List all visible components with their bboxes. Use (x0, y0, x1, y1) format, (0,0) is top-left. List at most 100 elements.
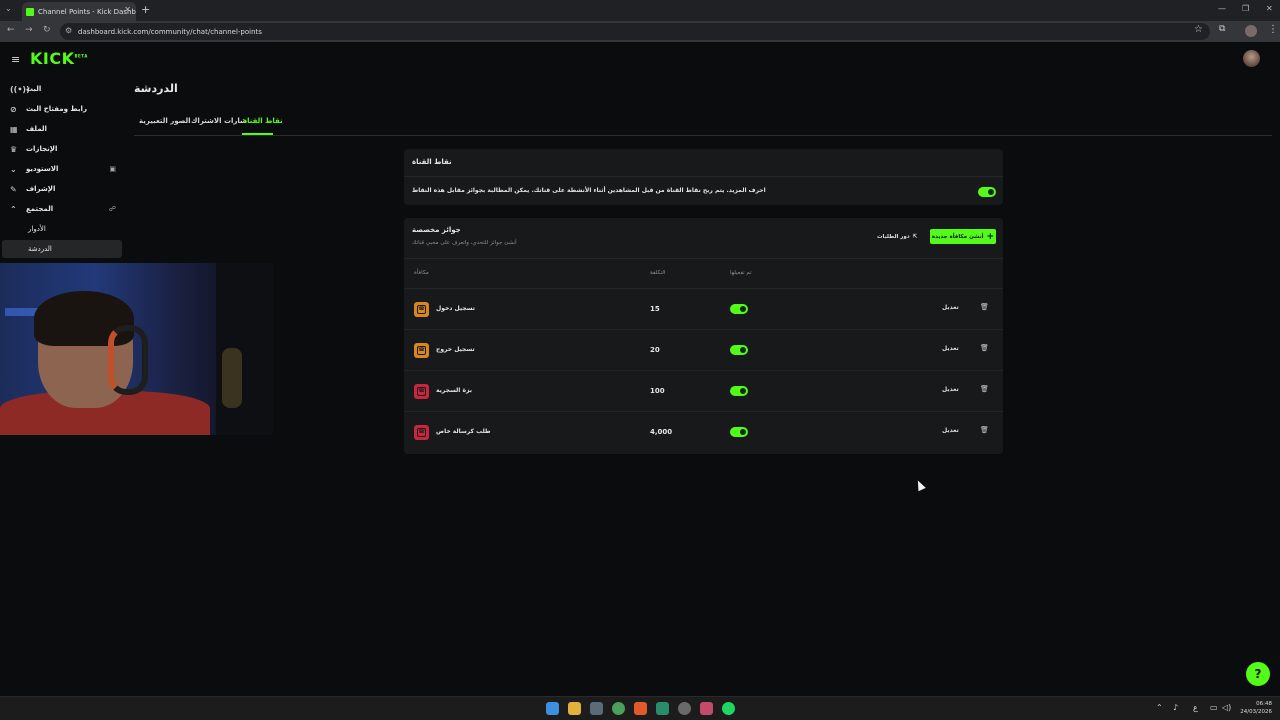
trash-icon[interactable]: 🗑 (980, 344, 989, 352)
table-row: ☎ تسجيل دخول 15 تعديل 🗑 (404, 288, 1003, 329)
trash-icon[interactable]: 🗑 (980, 385, 989, 393)
tabs-divider (134, 135, 1272, 136)
close-tab-icon[interactable]: ✕ (124, 5, 131, 14)
menu-icon[interactable]: ≡ (11, 53, 20, 66)
user-avatar[interactable] (1243, 50, 1260, 67)
table-row: ☎ طلب كرسالة خاص 4,000 تعديل 🗑 (404, 411, 1003, 452)
tab-emotes[interactable]: الصور التعبيرية (139, 117, 191, 125)
custom-rewards-title: جوائز مخصصة (412, 226, 461, 234)
reload-icon[interactable]: ↻ (43, 25, 51, 35)
site-info-icon[interactable]: ⚙ (65, 26, 72, 35)
clock-time: 06:48 (1256, 701, 1272, 707)
requests-label: دور الطلبات (877, 234, 910, 240)
link-icon: ⊘ (10, 104, 17, 114)
reward-enabled-toggle[interactable] (730, 345, 748, 355)
sidebar-item-stream-key[interactable]: ⊘ رابط ومفتاح البث (2, 100, 122, 118)
tab-channel-points[interactable]: نقاط القناة (243, 117, 283, 125)
sidebar-label: البث (26, 85, 42, 93)
minimize-icon[interactable]: — (1218, 4, 1226, 13)
sidebar-item-studio[interactable]: ⌄ الاستوديو ▣ (2, 160, 122, 178)
mouse-cursor (914, 478, 926, 492)
kick-favicon-icon (26, 7, 34, 16)
network-icon[interactable]: ▭ (1210, 703, 1218, 712)
sidebar-item-broadcast[interactable]: ((•)) البث (2, 80, 122, 98)
custom-rewards-subtitle: أنشئ جوائز للتحدي، واتعرف على محبي قناتك (412, 240, 517, 246)
store-icon[interactable] (590, 702, 603, 715)
reward-icon: ☎ (414, 343, 429, 358)
clock-date: 24/03/2026 (1240, 709, 1272, 715)
reward-icon: ☎ (414, 302, 429, 317)
extensions-icon[interactable]: ⧉ (1219, 24, 1225, 34)
sidebar-item-moderation[interactable]: ✎ الإشراف (2, 180, 122, 198)
file-explorer-icon[interactable] (568, 702, 581, 715)
card-divider (404, 176, 1003, 177)
new-tab-icon[interactable]: + (141, 3, 150, 16)
reward-name: تسجيل دخول (436, 305, 475, 312)
edit-button[interactable]: تعديل (942, 427, 959, 434)
volume-icon[interactable]: ◁) (1222, 703, 1231, 712)
reward-name: بزة السجرية (436, 387, 472, 394)
tab-title: Channel Points - Kick Dashboa (38, 7, 136, 16)
browser-profile-avatar[interactable] (1245, 25, 1257, 37)
tab-sub-badges[interactable]: شارات الاشتراك (191, 117, 247, 125)
sidebar-item-roles[interactable]: الأدوار (2, 220, 122, 238)
tray-chevron-icon[interactable]: ⌃ (1156, 703, 1163, 712)
spotify-icon[interactable] (722, 702, 735, 715)
tab-search-icon[interactable]: ⌄ (5, 4, 12, 13)
browser-tab[interactable]: Channel Points - Kick Dashboa ✕ (22, 2, 136, 21)
edit-button[interactable]: تعديل (942, 304, 959, 311)
chrome-icon[interactable] (612, 702, 625, 715)
channel-points-toggle[interactable] (978, 187, 996, 197)
app-icon[interactable] (656, 702, 669, 715)
reward-enabled-toggle[interactable] (730, 427, 748, 437)
app-icon-2[interactable] (700, 702, 713, 715)
sidebar-label: الاستوديو (26, 165, 59, 173)
users-icon: ☍ (108, 205, 116, 213)
brave-icon[interactable] (634, 702, 647, 715)
obs-icon[interactable] (678, 702, 691, 715)
sidebar-item-profile[interactable]: ▦ الملف (2, 120, 122, 138)
mic-icon[interactable]: ♪ (1173, 703, 1178, 712)
browser-titlebar: ⌄ Channel Points - Kick Dashboa ✕ + — ❐ … (0, 0, 1280, 21)
sidebar-label: الإنجازات (26, 145, 58, 153)
help-chat-icon[interactable]: ? (1246, 662, 1270, 686)
browser-menu-icon[interactable]: ⋮ (1268, 24, 1278, 35)
reward-cost: 20 (650, 346, 660, 354)
reward-enabled-toggle[interactable] (730, 304, 748, 314)
language-indicator[interactable]: ع (1193, 703, 1198, 712)
edit-button[interactable]: تعديل (942, 386, 959, 393)
sidebar-item-achievements[interactable]: ♛ الإنجازات (2, 140, 122, 158)
close-window-icon[interactable]: ✕ (1266, 4, 1273, 13)
bookmark-star-icon[interactable]: ☆ (1194, 24, 1203, 35)
create-reward-button[interactable]: أنشئ مكافأة جديدة + (930, 229, 996, 244)
table-row: ☎ بزة السجرية 100 تعديل 🗑 (404, 370, 1003, 411)
kick-logo[interactable]: KICKBETA (30, 49, 88, 68)
reward-icon: ☎ (414, 384, 429, 399)
sidebar-label: الملف (26, 125, 47, 133)
sidebar-item-chat[interactable]: الدردشة (2, 240, 122, 258)
chevron-down-icon: ⌄ (10, 164, 17, 174)
create-reward-label: أنشئ مكافأة جديدة (931, 233, 984, 240)
sidebar-label: الدردشة (28, 245, 52, 253)
sidebar-label: رابط ومفتاح البث (26, 105, 87, 113)
sidebar-item-community[interactable]: ⌃ المجتمع ☍ (2, 200, 122, 218)
reward-enabled-toggle[interactable] (730, 386, 748, 396)
channel-points-title: نقاط القناة (412, 158, 452, 166)
page-title: الدردشة (134, 82, 178, 95)
restore-icon[interactable]: ❐ (1242, 4, 1249, 13)
trash-icon[interactable]: 🗑 (980, 426, 989, 434)
system-clock[interactable]: 06:48 24/03/2026 (1238, 700, 1272, 716)
reward-cost: 100 (650, 387, 665, 395)
logo-beta: BETA (74, 53, 88, 59)
chevron-up-icon: ⌃ (10, 204, 17, 214)
table-row: ☎ تسجيل خروج 20 تعديل 🗑 (404, 329, 1003, 370)
requests-queue-button[interactable]: دور الطلبات ⇱ (877, 231, 917, 243)
channel-points-description: احرف المزيد. يتم ربح نقاط القناة من قبل … (412, 187, 766, 194)
url-input[interactable]: ⚙ dashboard.kick.com/community/chat/chan… (60, 23, 1210, 40)
back-icon[interactable]: ← (7, 25, 15, 35)
start-icon[interactable] (546, 702, 559, 715)
edit-button[interactable]: تعديل (942, 345, 959, 352)
forward-icon[interactable]: → (25, 25, 33, 35)
reward-cost: 4,000 (650, 428, 673, 436)
trash-icon[interactable]: 🗑 (980, 303, 989, 311)
